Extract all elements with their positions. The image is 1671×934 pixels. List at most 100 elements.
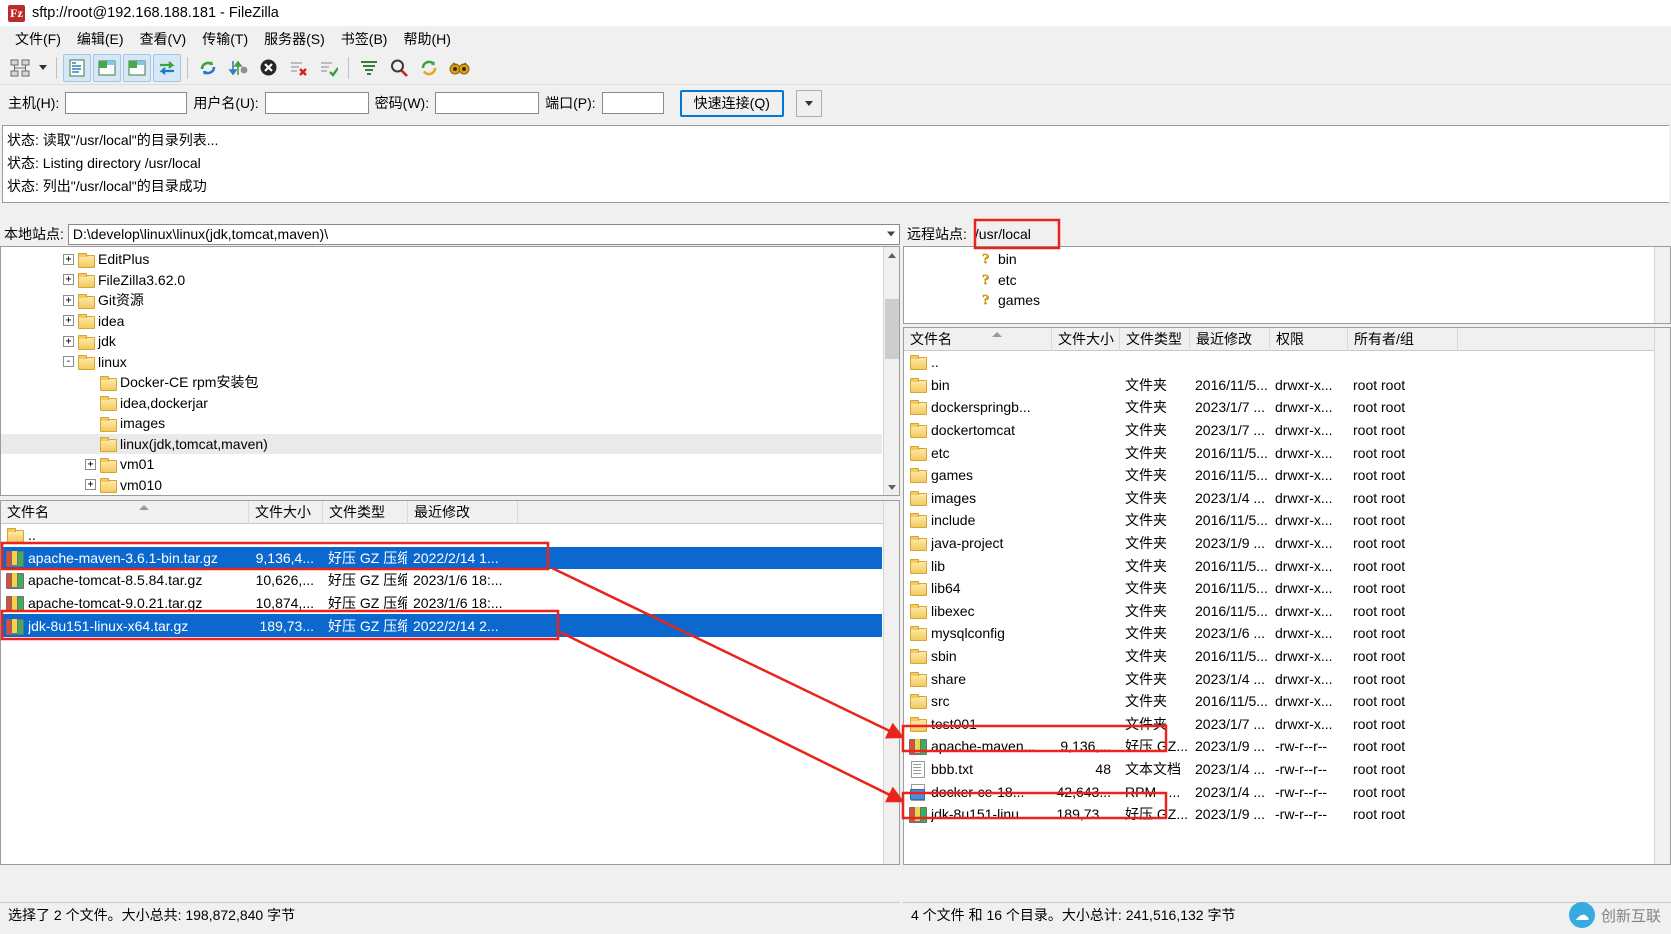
menu-server[interactable]: 服务器(S) — [257, 26, 332, 52]
site-manager-icon[interactable] — [6, 54, 34, 82]
quick-connect-button[interactable]: 快速连接(Q) — [679, 89, 784, 117]
tree-item-games[interactable]: ? games — [904, 290, 1653, 311]
remote-tree-scrollbar[interactable] — [1654, 247, 1670, 323]
table-row[interactable]: images 文件夹 2023/1/4 ... drwxr-x... root root — [904, 487, 1653, 510]
collapse-icon[interactable]: - — [63, 356, 74, 368]
local-list-scrollbar[interactable] — [883, 501, 899, 864]
message-log[interactable]: 状态: 读取"/usr/local"的目录列表... 状态: Listing d… — [2, 125, 1669, 203]
tree-item-bin[interactable]: ? bin — [904, 249, 1653, 270]
table-row[interactable]: apache-maven... 9,136,... 好压 GZ... 2023/1/9… — [904, 735, 1653, 758]
search-remote-files-icon[interactable] — [445, 54, 473, 82]
table-row[interactable]: etc 文件夹 2016/11/5... drwxr-x... root root — [904, 441, 1653, 464]
remote-file-list[interactable]: 文件名 文件大小 文件类型 最近修改 权限 所有者/组.. bin 文件夹 2016/11/5.… — [903, 327, 1671, 865]
local-tree-scrollbar[interactable] — [883, 247, 899, 495]
synchronized-browsing-icon[interactable] — [415, 54, 443, 82]
local-column-header-0[interactable]: 文件名 — [1, 501, 249, 524]
password-input[interactable] — [435, 92, 540, 114]
remote-site-path-combo[interactable]: /usr/local — [971, 224, 1671, 245]
table-row[interactable]: share 文件夹 2023/1/4 ... drwxr-x... root root — [904, 667, 1653, 690]
toggle-local-tree-icon[interactable] — [93, 53, 121, 82]
tree-item-idea[interactable]: + idea — [1, 311, 882, 332]
menu-help[interactable]: 帮助(H) — [396, 26, 457, 52]
toggle-transfer-queue-icon[interactable] — [153, 53, 181, 82]
table-row[interactable]: apache-tomcat-9.0.21.tar.gz 10,874,... 好压 … — [1, 592, 882, 615]
host-input[interactable] — [65, 92, 188, 114]
table-row[interactable]: jdk-8u151-linu... 189,73... 好压 GZ... 2023/1… — [904, 803, 1653, 826]
menu-file[interactable]: 文件(F) — [8, 26, 68, 52]
remote-directory-tree[interactable]: ? bin? etc? games — [903, 246, 1671, 324]
table-row[interactable]: dockertomcat 文件夹 2023/1/7 ... drwxr-x... roo… — [904, 419, 1653, 442]
port-input[interactable] — [601, 92, 664, 114]
expand-icon[interactable]: + — [85, 458, 96, 470]
remote-column-header-2[interactable]: 文件类型 — [1120, 328, 1190, 351]
expand-icon[interactable]: + — [63, 274, 74, 286]
tree-item-jdk[interactable]: + jdk — [1, 331, 882, 352]
table-row[interactable]: mysqlconfig 文件夹 2023/1/6 ... drwxr-x... root… — [904, 622, 1653, 645]
reconnect-icon[interactable] — [314, 54, 342, 82]
menu-transfer[interactable]: 传输(T) — [195, 26, 255, 52]
tree-item-editplus[interactable]: + EditPlus — [1, 249, 882, 270]
expand-icon[interactable]: + — [63, 253, 74, 265]
table-row[interactable]: .. — [904, 351, 1653, 374]
table-row[interactable]: bin 文件夹 2016/11/5... drwxr-x... root root — [904, 374, 1653, 397]
local-directory-tree[interactable]: + EditPlus + FileZilla3.62.0 + Git资源 + idea + jdk… — [0, 246, 900, 496]
expand-icon[interactable]: + — [63, 294, 74, 306]
local-column-header-3[interactable]: 最近修改 — [408, 501, 518, 524]
site-manager-dropdown-icon[interactable] — [36, 54, 50, 82]
tree-item-images[interactable]: images — [1, 413, 882, 434]
scroll-up-icon[interactable] — [884, 247, 899, 263]
quick-connect-history-dropdown[interactable] — [795, 89, 822, 117]
tree-item-filezilla3-62-0[interactable]: + FileZilla3.62.0 — [1, 270, 882, 291]
remote-list-scrollbar[interactable] — [1654, 328, 1670, 864]
remote-column-header-0[interactable]: 文件名 — [904, 328, 1052, 351]
table-row[interactable]: include 文件夹 2016/11/5... drwxr-x... root roo… — [904, 509, 1653, 532]
table-row[interactable]: games 文件夹 2016/11/5... drwxr-x... root root — [904, 464, 1653, 487]
expand-icon[interactable]: + — [63, 335, 74, 347]
tree-item-docker-ce-rpm-[interactable]: Docker-CE rpm安装包 — [1, 372, 882, 393]
tree-item-linux[interactable]: - linux — [1, 352, 882, 373]
remote-column-header-4[interactable]: 权限 — [1270, 328, 1348, 351]
local-column-header-1[interactable]: 文件大小 — [249, 501, 323, 524]
toggle-message-log-icon[interactable] — [63, 53, 91, 82]
remote-column-header-3[interactable]: 最近修改 — [1190, 328, 1270, 351]
table-row[interactable]: dockerspringb... 文件夹 2023/1/7 ... drwxr-x..… — [904, 396, 1653, 419]
table-row[interactable]: java-project 文件夹 2023/1/9 ... drwxr-x... roo… — [904, 532, 1653, 555]
tree-item-idea-dockerjar[interactable]: idea,dockerjar — [1, 393, 882, 414]
expand-icon[interactable]: + — [85, 479, 96, 491]
table-row[interactable]: src 文件夹 2016/11/5... drwxr-x... root root — [904, 690, 1653, 713]
remote-column-header-1[interactable]: 文件大小 — [1052, 328, 1120, 351]
tree-item-etc[interactable]: ? etc — [904, 270, 1653, 291]
local-site-path-combo[interactable]: D:\develop\linux\linux(jdk,tomcat,maven)… — [67, 223, 900, 245]
local-column-header-2[interactable]: 文件类型 — [323, 501, 408, 524]
menu-edit[interactable]: 编辑(E) — [70, 26, 131, 52]
scroll-down-icon[interactable] — [884, 479, 899, 495]
table-row[interactable]: apache-tomcat-8.5.84.tar.gz 10,626,... 好压 … — [1, 569, 882, 592]
cancel-icon[interactable] — [254, 54, 282, 82]
local-file-list[interactable]: 文件名 文件大小 文件类型 最近修改.. apache-maven-3.6.1-bin.… — [0, 500, 900, 865]
table-row[interactable]: sbin 文件夹 2016/11/5... drwxr-x... root root — [904, 645, 1653, 668]
process-queue-icon[interactable] — [224, 54, 252, 82]
tree-item-vm010[interactable]: + vm010 — [1, 475, 882, 496]
table-row[interactable]: docker-ce-18... 42,643... RPM - ... 2023/1/… — [904, 780, 1653, 803]
table-row[interactable]: .. — [1, 524, 882, 547]
menu-bookmarks[interactable]: 书签(B) — [334, 26, 395, 52]
menu-view[interactable]: 查看(V) — [133, 26, 194, 52]
table-row[interactable]: apache-maven-3.6.1-bin.tar.gz 9,136,4... 好… — [1, 546, 882, 570]
compare-directories-icon[interactable] — [385, 54, 413, 82]
toggle-remote-tree-icon[interactable] — [123, 53, 151, 82]
tree-item-git-[interactable]: + Git资源 — [1, 290, 882, 311]
remote-column-header-5[interactable]: 所有者/组 — [1348, 328, 1458, 351]
table-row[interactable]: lib64 文件夹 2016/11/5... drwxr-x... root root — [904, 577, 1653, 600]
table-row[interactable]: lib 文件夹 2016/11/5... drwxr-x... root root — [904, 554, 1653, 577]
scroll-thumb[interactable] — [885, 299, 899, 359]
tree-item-vm01[interactable]: + vm01 — [1, 454, 882, 475]
expand-icon[interactable]: + — [63, 315, 74, 327]
filter-icon[interactable] — [355, 54, 383, 82]
table-row[interactable]: bbb.txt 48 文本文档 2023/1/4 ... -rw-r--r-- root … — [904, 758, 1653, 781]
table-row[interactable]: libexec 文件夹 2016/11/5... drwxr-x... root roo… — [904, 600, 1653, 623]
username-input[interactable] — [264, 92, 369, 114]
tree-item-linux-jdk-tomcat-maven-[interactable]: linux(jdk,tomcat,maven) — [1, 433, 882, 454]
table-row[interactable]: test001 文件夹 2023/1/7 ... drwxr-x... root roo… — [904, 713, 1653, 736]
chevron-down-icon[interactable] — [887, 231, 895, 237]
disconnect-icon[interactable] — [284, 54, 312, 82]
